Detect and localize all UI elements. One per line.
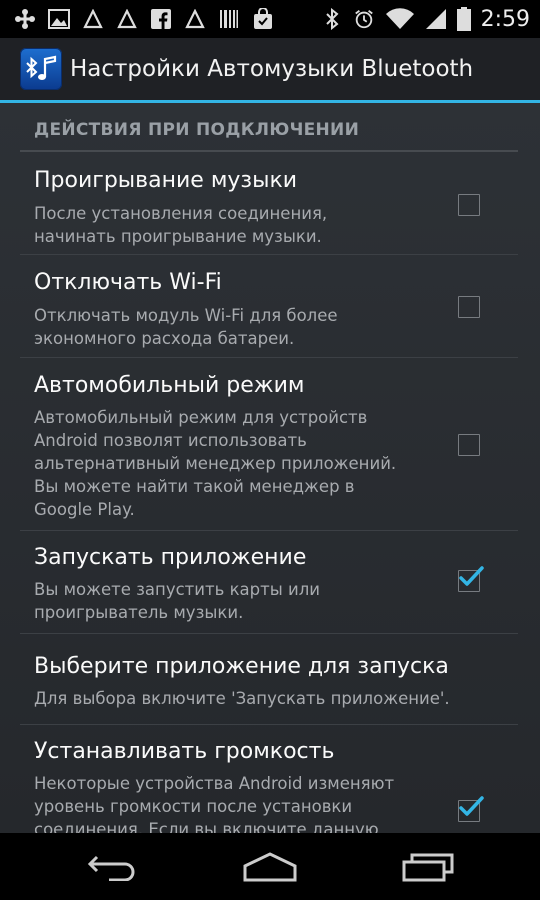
- pref-car-mode[interactable]: Автомобильный режим Автомобильный режим …: [20, 358, 518, 531]
- checkbox[interactable]: [458, 434, 480, 456]
- triangle-icon: [82, 8, 104, 30]
- clock: 2:59: [480, 6, 530, 32]
- wifi-icon: [385, 8, 415, 30]
- status-bar: 2:59: [0, 0, 540, 38]
- pref-choose-app[interactable]: Выберите приложение для запуска Для выбо…: [20, 634, 518, 725]
- back-icon: [87, 855, 135, 881]
- alarm-icon: [353, 8, 375, 30]
- navigation-bar: [0, 833, 540, 900]
- check-icon: [459, 566, 484, 586]
- pref-summary: Автомобильный режим для устройств Androi…: [34, 408, 397, 519]
- home-icon: [243, 852, 297, 882]
- pref-launch-app[interactable]: Запускать приложение Вы можете запустить…: [20, 531, 518, 634]
- page-title: Настройки Автомузыки Bluetooth: [70, 56, 474, 82]
- pref-disable-wifi[interactable]: Отключать Wi-Fi Отключать модуль Wi-Fi д…: [20, 255, 518, 358]
- recent-apps-icon: [402, 853, 454, 882]
- signal-icon: [425, 8, 447, 30]
- recent-apps-button[interactable]: [400, 851, 456, 883]
- back-button[interactable]: [84, 851, 140, 883]
- pref-title: Запускать приложение: [34, 545, 307, 570]
- pref-set-volume[interactable]: Устанавливать громкость Некоторые устрой…: [20, 725, 518, 833]
- category-header: ДЕЙСТВИЯ ПРИ ПОДКЛЮЧЕНИИ: [34, 120, 360, 140]
- bluetooth-music-icon[interactable]: [20, 48, 62, 90]
- pref-title: Автомобильный режим: [34, 373, 305, 398]
- preferences-list[interactable]: ДЕЙСТВИЯ ПРИ ПОДКЛЮЧЕНИИ Проигрывание му…: [0, 103, 540, 833]
- home-button[interactable]: [242, 851, 298, 883]
- triangle-icon: [184, 8, 206, 30]
- pref-summary: Некоторые устройства Android изменяют ур…: [34, 774, 395, 833]
- pref-summary: Отключать модуль Wi-Fi для более экономн…: [34, 306, 338, 348]
- image-icon: [48, 8, 70, 30]
- facebook-icon: [150, 8, 172, 30]
- usb-icon: [14, 8, 36, 30]
- action-bar: Настройки Автомузыки Bluetooth: [0, 38, 540, 100]
- pref-title: Устанавливать громкость: [34, 739, 335, 764]
- bluetooth-icon: [321, 8, 343, 30]
- triangle-icon: [116, 8, 138, 30]
- check-icon: [459, 796, 484, 816]
- pref-title: Проигрывание музыки: [34, 168, 298, 193]
- pref-summary: Для выбора включите 'Запускать приложени…: [34, 689, 450, 708]
- pref-summary: После установления соединения, начинать …: [34, 204, 328, 246]
- pref-title: Выберите приложение для запуска: [34, 654, 449, 679]
- battery-icon: [456, 7, 471, 31]
- pref-summary: Вы можете запустить карты или проигрыват…: [34, 580, 321, 622]
- checkbox[interactable]: [458, 566, 484, 592]
- pref-title: Отключать Wi-Fi: [34, 270, 222, 295]
- checkbox[interactable]: [458, 296, 480, 318]
- system-icons: 2:59: [321, 0, 530, 38]
- barcode-icon: [218, 8, 240, 30]
- pref-play-music[interactable]: Проигрывание музыки После установления с…: [20, 152, 518, 255]
- checkbox[interactable]: [458, 796, 484, 822]
- shopping-bag-icon: [252, 8, 274, 30]
- checkbox[interactable]: [458, 194, 480, 216]
- notification-icons: [0, 8, 274, 30]
